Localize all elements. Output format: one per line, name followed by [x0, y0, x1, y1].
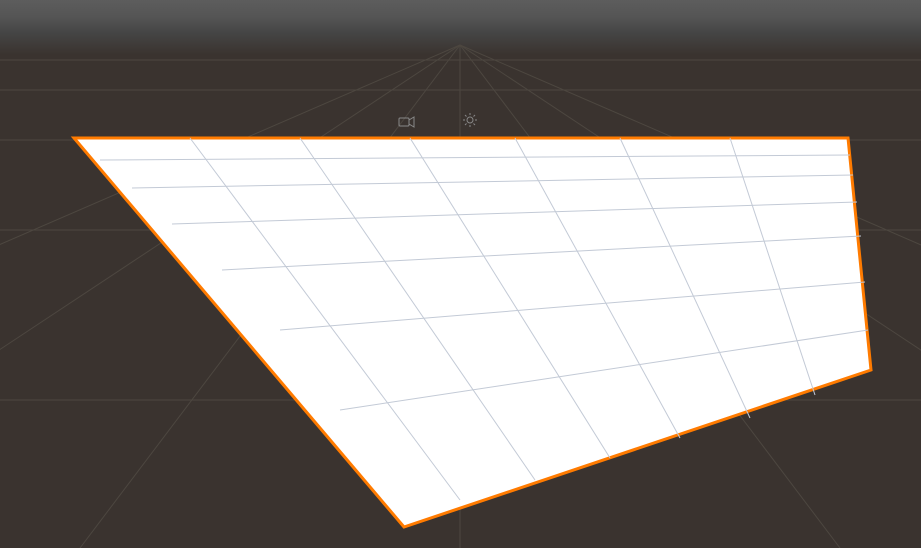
selected-plane[interactable]: [74, 138, 871, 527]
light-gizmo[interactable]: sun-icon: [463, 113, 477, 127]
plane-surface[interactable]: [74, 138, 871, 527]
scene-svg: camera-icon sun-icon: [0, 0, 921, 548]
scene-viewport[interactable]: camera-icon sun-icon: [0, 0, 921, 548]
